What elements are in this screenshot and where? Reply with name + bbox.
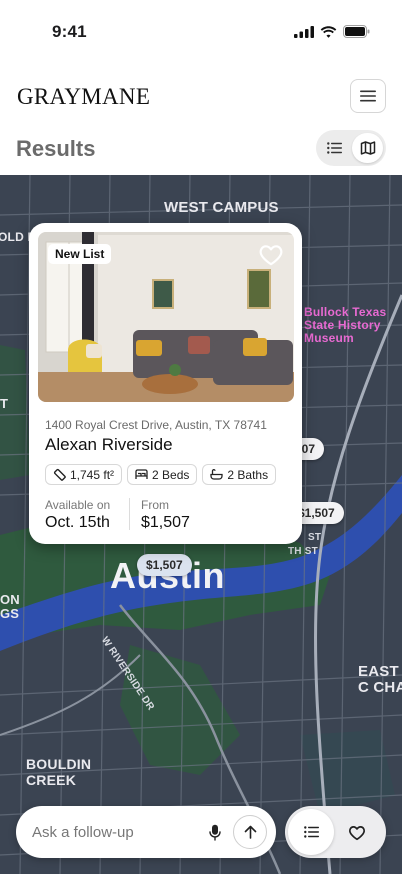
availability-label: Available on bbox=[45, 498, 111, 512]
map-label-bouldin: BOULDIN CREEK bbox=[26, 756, 92, 788]
ruler-icon bbox=[53, 468, 66, 481]
signal-icon bbox=[294, 25, 314, 38]
list-icon bbox=[303, 826, 319, 838]
list-view-button[interactable] bbox=[319, 133, 350, 163]
bottom-dock bbox=[285, 806, 386, 858]
availability-date: Oct. 15th bbox=[45, 514, 110, 531]
map-label-museum: Bullock Texas State History Museum bbox=[304, 305, 387, 345]
beds-value: 2 Beds bbox=[152, 467, 190, 482]
wifi-icon bbox=[320, 25, 337, 38]
menu-button[interactable] bbox=[350, 79, 386, 113]
map-label-on-gs: ON GS bbox=[0, 592, 20, 621]
list-results-button[interactable] bbox=[288, 809, 334, 855]
listing-features: 1,745 ft² 2 Beds 2 Baths bbox=[45, 464, 277, 485]
bed-icon bbox=[135, 469, 148, 479]
baths-value: 2 Baths bbox=[227, 467, 269, 482]
map-label-t: T bbox=[0, 396, 9, 411]
listing-card[interactable]: New List 1400 Royal Crest Drive, Austin,… bbox=[29, 223, 302, 544]
sqft-value: 1,745 ft² bbox=[70, 467, 115, 482]
availability: Available on Oct. 15th bbox=[45, 498, 110, 532]
arrow-up-icon bbox=[244, 825, 256, 839]
status-time: 9:41 bbox=[52, 22, 87, 41]
sqft-chip: 1,745 ft² bbox=[45, 464, 123, 485]
favorites-button[interactable] bbox=[345, 820, 369, 844]
ask-bar bbox=[16, 806, 276, 858]
brand-logo[interactable]: GRAYMANE bbox=[17, 84, 150, 110]
map-label-east-cha: EAST C CHA bbox=[358, 663, 402, 696]
baths-chip: 2 Baths bbox=[202, 464, 277, 485]
new-listing-badge: New List bbox=[48, 244, 112, 264]
heart-icon bbox=[349, 825, 365, 840]
listing-address: 1400 Royal Crest Drive, Austin, TX 78741 bbox=[45, 418, 267, 432]
price-value: $1,507 bbox=[141, 514, 190, 531]
menu-icon bbox=[360, 90, 376, 102]
view-toggle bbox=[316, 130, 386, 166]
page-title: Results bbox=[16, 136, 96, 161]
map-view-button[interactable] bbox=[352, 133, 383, 163]
bath-icon bbox=[210, 469, 224, 480]
ask-input[interactable] bbox=[32, 806, 202, 858]
heart-icon[interactable] bbox=[258, 242, 284, 268]
mic-button[interactable] bbox=[204, 821, 226, 843]
battery-icon bbox=[343, 25, 370, 38]
price: From $1,507 bbox=[129, 498, 190, 531]
send-button[interactable] bbox=[233, 815, 267, 849]
status-bar: 9:41 bbox=[0, 0, 402, 62]
price-label: From bbox=[141, 498, 169, 512]
map-label-west-campus: WEST CAMPUS bbox=[164, 199, 279, 216]
list-icon bbox=[327, 142, 342, 154]
listing-name: Alexan Riverside bbox=[45, 435, 173, 454]
map-label-st-2: TH ST bbox=[288, 546, 318, 557]
map-label-st-1: ST bbox=[308, 532, 322, 543]
beds-chip: 2 Beds bbox=[127, 464, 198, 485]
mic-icon bbox=[209, 824, 221, 841]
price-pin-selected[interactable]: $1,507 bbox=[137, 554, 192, 576]
map-icon bbox=[360, 141, 375, 155]
